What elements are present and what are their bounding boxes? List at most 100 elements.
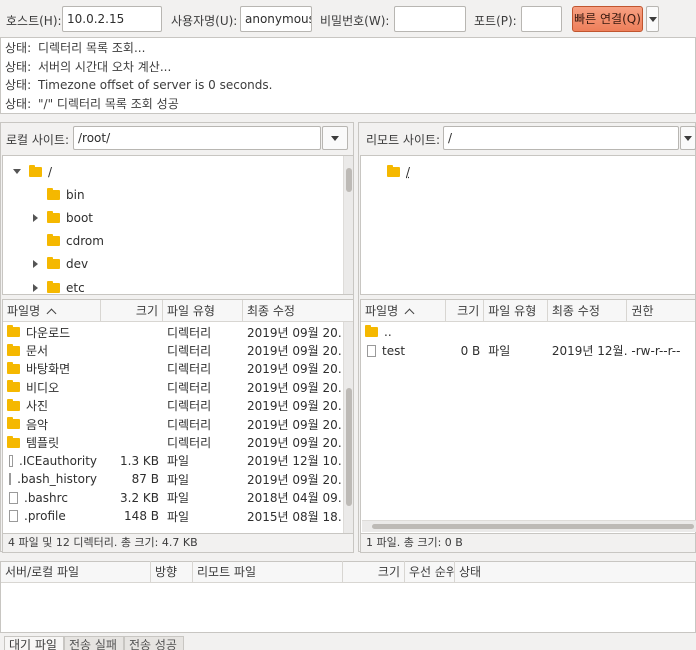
sort-ascending-icon [405,308,415,318]
column-local-file[interactable]: 서버/로컬 파일 [1,561,151,583]
list-item[interactable]: 사진 디렉터리 2019년 09월 20… [3,397,353,415]
list-item[interactable]: 음악 디렉터리 2019년 09월 20… [3,415,353,433]
remote-site-dropdown[interactable] [680,126,696,150]
tree-node[interactable]: boot [11,206,341,229]
host-input[interactable]: 10.0.2.15 [62,6,162,32]
port-input[interactable] [521,6,562,32]
tab-successful-transfers[interactable]: 전송 성공 [124,636,184,650]
file-name-cell: .ICEauthority [3,454,101,468]
scroll-thumb[interactable] [346,168,352,192]
file-modified: 2018년 04월 09… [243,489,343,506]
column-filename[interactable]: 파일명 [361,300,446,322]
local-dir-tree[interactable]: / bin boot cdrom dev etc [2,155,354,295]
scroll-thumb[interactable] [346,388,352,506]
file-icon [9,510,18,522]
list-item[interactable]: .bashrc 3.2 KB 파일 2018년 04월 09… [3,489,353,507]
quickconnect-dropdown-button[interactable] [646,6,659,32]
folder-icon [7,364,20,374]
local-tree-scrollbar[interactable] [343,156,353,294]
port-label: 포트(P): [474,12,517,29]
file-name-cell: .bash_history [3,472,101,486]
local-status-bar: 4 파일 및 12 디렉터리. 총 크기: 4.7 KB [2,533,354,553]
list-item[interactable]: .ICEauthority 1.3 KB 파일 2019년 12월 10… [3,452,353,470]
tab-failed-transfers[interactable]: 전송 실패 [64,636,124,650]
column-filename[interactable]: 파일명 [3,300,101,322]
tree-node[interactable]: dev [11,253,341,276]
log-line: 상태: Timezone offset of server is 0 second… [5,76,695,95]
remote-file-list[interactable]: 파일명 크기 파일 유형 최종 수정 권한 .. test 0 B 파일 2019년 1… [360,299,696,534]
list-item[interactable]: .. [361,323,695,341]
list-item[interactable]: test 0 B 파일 2019년 12월… -rw-r--r-- [361,341,695,359]
local-site-dropdown[interactable] [322,126,348,150]
tree-node[interactable]: cdrom [11,230,341,253]
host-label: 호스트(H): [6,12,62,29]
tree-expander[interactable] [29,214,41,222]
tree-expander[interactable] [29,260,41,268]
chevron-down-icon [13,169,21,174]
tree-node[interactable]: / [11,160,341,183]
file-name-cell: 음악 [3,416,101,433]
folder-icon [47,259,60,269]
scroll-thumb[interactable] [372,524,694,529]
tree-expander[interactable] [29,284,41,292]
tree-node-label: cdrom [66,234,104,248]
quickconnect-button[interactable]: 빠른 연결(Q) [572,6,643,32]
tree-node-label: etc [66,281,85,295]
local-list-scrollbar[interactable] [343,322,353,534]
list-item[interactable]: .bash_history 87 B 파일 2019년 09월 20… [3,470,353,488]
file-name-cell: 템플릿 [3,434,101,451]
tree-node-label: boot [66,211,93,225]
file-name: .profile [24,509,66,523]
tab-queued-files[interactable]: 대기 파일 [4,636,64,650]
remote-list-hscrollbar[interactable] [362,520,696,532]
file-size: 87 B [101,472,163,486]
file-name-cell: .. [361,325,446,339]
column-direction[interactable]: 방향 [151,561,193,583]
log-message: 디렉터리 목록 조회... [38,41,145,55]
log-line: 상태: "/" 디렉터리 목록 조회 성공 [5,95,695,114]
log-status-label: 상태: [5,95,38,113]
column-status[interactable]: 상태 [455,561,575,583]
file-icon [9,473,11,485]
remote-site-path-input[interactable]: / [443,126,679,150]
file-permissions: -rw-r--r-- [627,344,695,358]
column-priority[interactable]: 우선 순위 [405,561,455,583]
tree-node[interactable]: etc [11,276,341,295]
tree-node[interactable]: / [387,160,695,183]
remote-list-header: 파일명 크기 파일 유형 최종 수정 권한 [361,300,695,322]
tree-expander[interactable] [11,169,23,174]
local-site-path-input[interactable]: /root/ [73,126,321,150]
message-log[interactable]: 상태: 디렉터리 목록 조회... 상태: 서버의 시간대 오차 계산... 상태: Ti… [0,37,696,114]
log-message: 서버의 시간대 오차 계산... [38,60,171,74]
column-modified[interactable]: 최종 수정 [548,300,628,322]
column-type[interactable]: 파일 유형 [163,300,243,322]
column-permissions[interactable]: 권한 [627,300,695,322]
column-remote-file[interactable]: 리모트 파일 [193,561,343,583]
file-modified: 2019년 12월 10… [243,452,343,469]
chevron-right-icon [33,214,38,222]
tree-node-label: dev [66,257,88,271]
column-size[interactable]: 크기 [101,300,163,322]
transfer-queue[interactable]: 서버/로컬 파일 방향 리모트 파일 크기 우선 순위 상태 [0,561,696,633]
folder-icon [47,236,60,246]
file-icon [9,492,18,504]
log-status-label: 상태: [5,58,38,76]
list-item[interactable]: .profile 148 B 파일 2015년 08월 18… [3,507,353,525]
list-item[interactable]: 문서 디렉터리 2019년 09월 20… [3,341,353,359]
local-file-list[interactable]: 파일명 크기 파일 유형 최종 수정 다운로드 디렉터리 2019년 09월 20…… [2,299,354,534]
column-size[interactable]: 크기 [343,561,405,583]
list-item[interactable]: 바탕화면 디렉터리 2019년 09월 20… [3,360,353,378]
remote-dir-tree[interactable]: / [360,155,696,295]
chevron-right-icon [33,284,38,292]
column-modified[interactable]: 최종 수정 [243,300,343,322]
folder-icon [7,419,20,429]
file-name: 음악 [26,416,48,433]
user-input[interactable]: anonymous [240,6,312,32]
column-type[interactable]: 파일 유형 [484,300,548,322]
tree-node[interactable]: bin [11,183,341,206]
list-item[interactable]: 비디오 디렉터리 2019년 09월 20… [3,378,353,396]
password-input[interactable] [394,6,466,32]
column-size[interactable]: 크기 [446,300,484,322]
list-item[interactable]: 템플릿 디렉터리 2019년 09월 20… [3,433,353,451]
list-item[interactable]: 다운로드 디렉터리 2019년 09월 20… [3,323,353,341]
